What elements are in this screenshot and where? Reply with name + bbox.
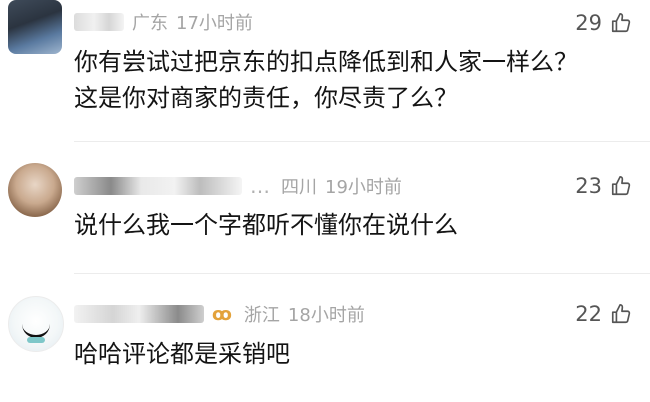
comment-list: 广东 17小时前 29 你有尝试过把京东的扣点降低到和人家一样么？ 这是你对商家…	[0, 0, 650, 402]
location-label: 广东	[132, 13, 168, 34]
avatar-label-graphic	[27, 337, 45, 343]
location-label: 四川	[281, 177, 317, 198]
avatar-smile-graphic	[22, 323, 50, 338]
like-button[interactable]: 29	[575, 10, 632, 36]
like-button[interactable]: 23	[575, 173, 632, 199]
divider	[74, 141, 650, 142]
divider	[74, 273, 650, 274]
comment-text-line: 哈哈评论都是采销吧	[74, 340, 290, 368]
username-redacted[interactable]	[74, 305, 204, 323]
location-label: 浙江	[243, 305, 280, 326]
username-redacted[interactable]	[74, 13, 124, 31]
comment-text-line: 你有尝试过把京东的扣点降低到和人家一样么？	[74, 48, 578, 76]
avatar[interactable]	[8, 296, 64, 352]
avatar[interactable]	[8, 0, 62, 54]
timestamp: 17小时前	[176, 13, 253, 34]
like-count: 29	[575, 11, 602, 35]
comment-meta: … 四川 19小时前	[74, 174, 402, 198]
comment-meta: 广东 17小时前	[74, 10, 253, 34]
like-button[interactable]: 22	[575, 301, 632, 327]
thumbs-up-icon	[611, 304, 631, 324]
comment-text: 哈哈评论都是采销吧	[74, 336, 290, 372]
avatar[interactable]	[8, 163, 62, 217]
thumbs-up-icon	[611, 13, 631, 33]
comment-meta: ꝏ 浙江 18小时前	[74, 302, 365, 326]
thumbs-up-icon	[611, 176, 631, 196]
timestamp: 18小时前	[287, 305, 365, 326]
comment-text: 你有尝试过把京东的扣点降低到和人家一样么？ 这是你对商家的责任，你尽责了么？	[74, 44, 578, 116]
fan-badge-icon: ꝏ	[212, 303, 232, 325]
timestamp: 19小时前	[325, 177, 402, 198]
username-ellipsis: …	[250, 174, 271, 198]
comment-text-line: 这是你对商家的责任，你尽责了么？	[74, 84, 458, 112]
comment-text: 说什么我一个字都听不懂你在说什么	[74, 207, 458, 243]
username-redacted[interactable]	[74, 177, 242, 195]
like-count: 23	[575, 174, 602, 198]
like-count: 22	[575, 302, 602, 326]
comment-text-line: 说什么我一个字都听不懂你在说什么	[74, 211, 458, 239]
